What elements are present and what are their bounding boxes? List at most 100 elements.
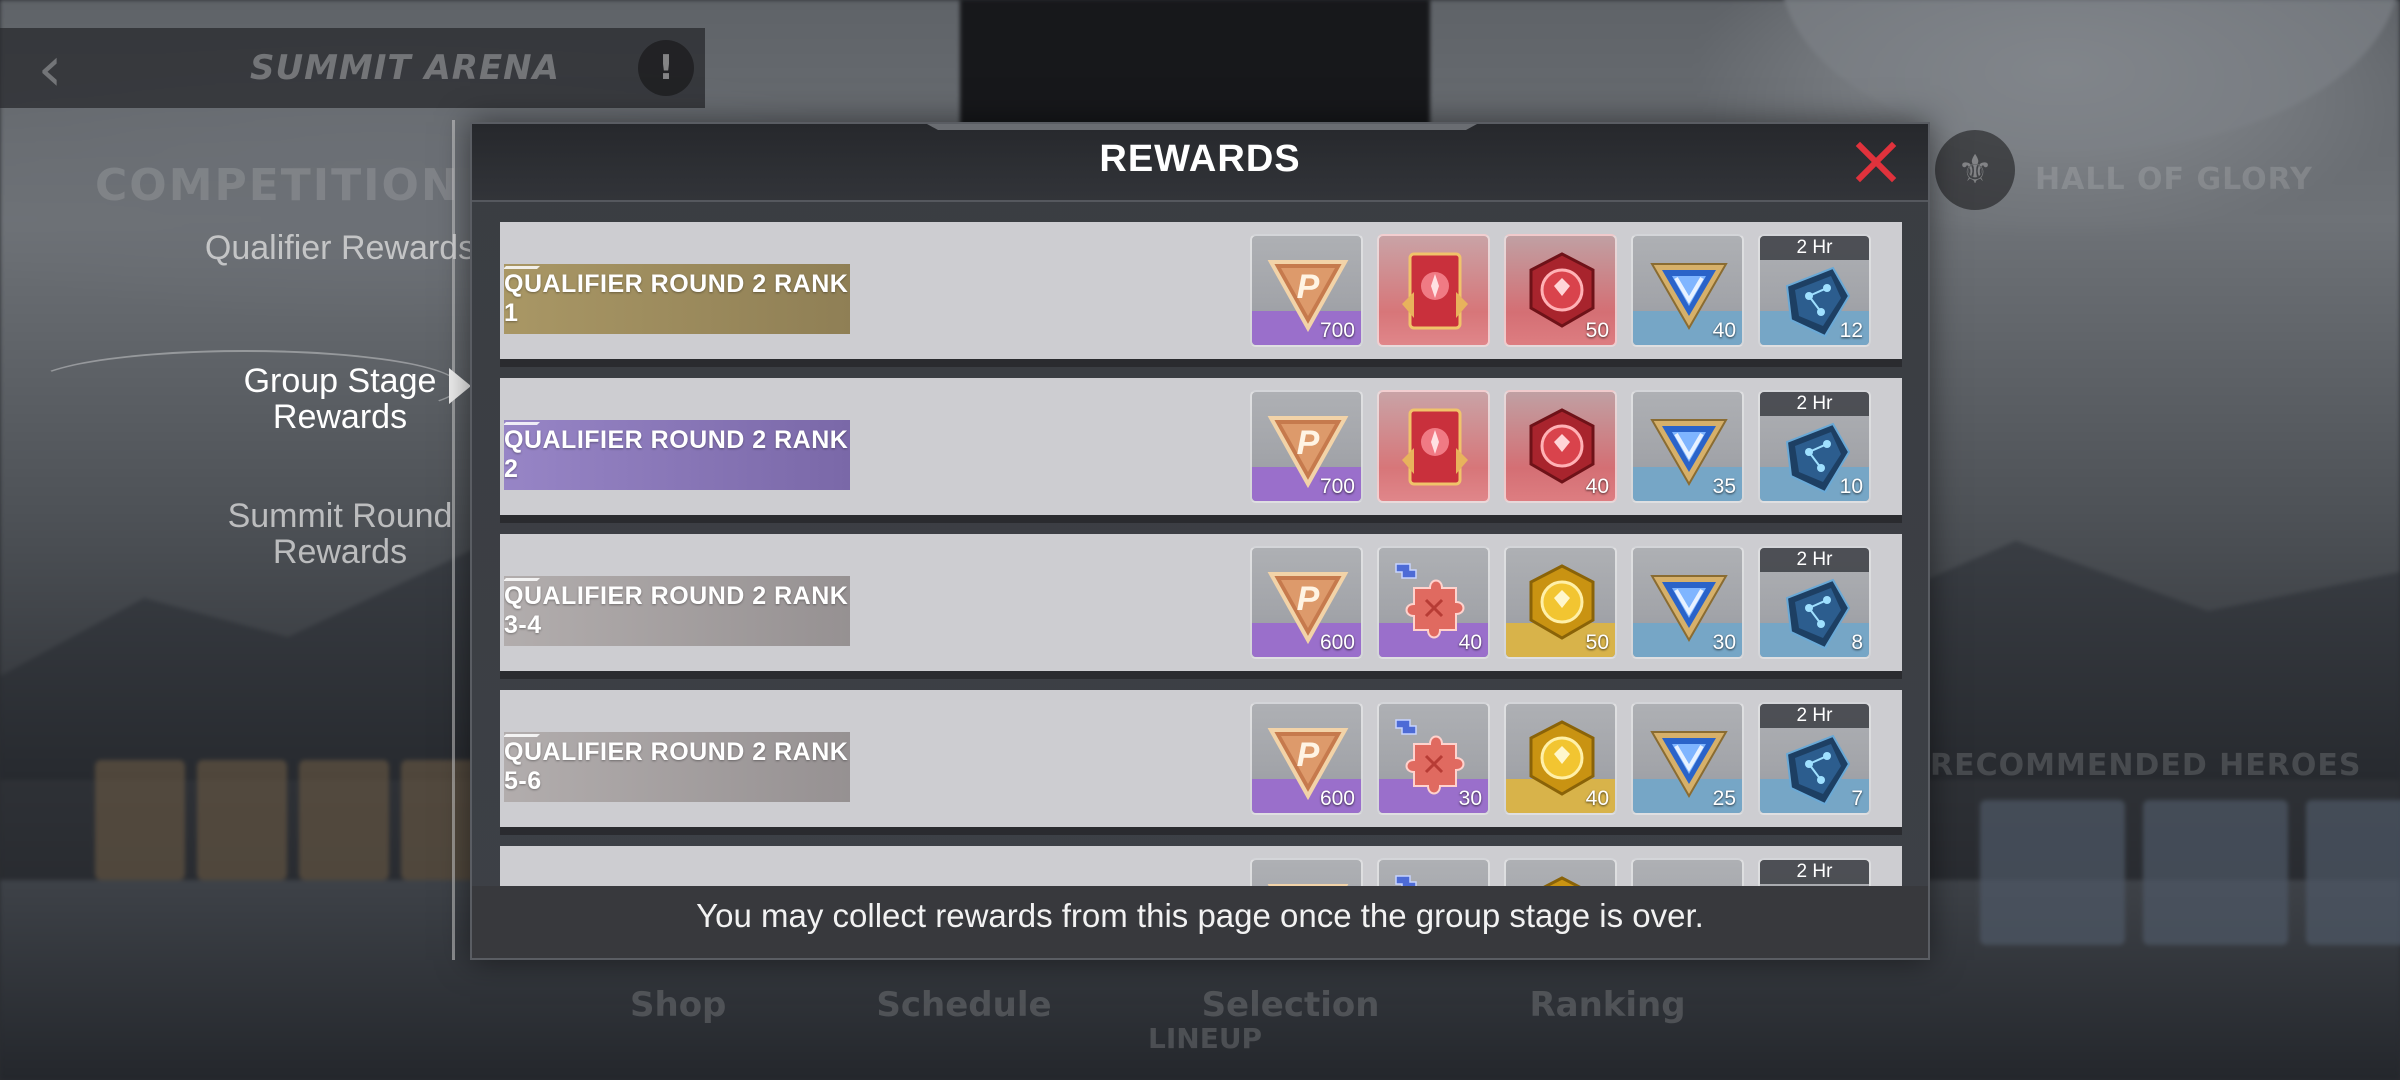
rank-label: QUALIFIER ROUND 2 RANK 2 xyxy=(504,426,849,483)
rank-label: QUALIFIER ROUND 2 RANK 1 xyxy=(504,270,849,327)
nav-selection[interactable]: Selection xyxy=(1202,985,1380,1025)
item-count: 40 xyxy=(1712,319,1736,342)
rewards-modal: REWARDS QUALIFIER ROUND 2 RANK 1 P 700 50 40… xyxy=(470,122,1930,960)
item-count: 40 xyxy=(1585,475,1609,498)
reward-row: P 2 Hr xyxy=(500,846,1902,886)
reward-item[interactable]: P 600 xyxy=(1250,702,1363,815)
item-count: 10 xyxy=(1839,475,1863,498)
reward-row: QUALIFIER ROUND 2 RANK 1 P 700 50 40 2 Hr 12 xyxy=(500,222,1902,367)
reward-item[interactable]: P xyxy=(1250,858,1363,886)
reward-items: P 700 50 40 2 Hr 12 xyxy=(1250,234,1871,347)
reward-items: P 600 40 50 30 2 Hr 8 xyxy=(1250,546,1871,659)
blue-crystal-icon xyxy=(1773,570,1859,656)
red-card-icon xyxy=(1392,404,1478,490)
svg-text:P: P xyxy=(1297,580,1320,618)
lineup-cards xyxy=(95,760,491,880)
item-count: 7 xyxy=(1851,787,1863,810)
item-count: 12 xyxy=(1839,319,1863,342)
reward-item[interactable]: 50 xyxy=(1504,234,1617,347)
reward-item[interactable]: P 700 xyxy=(1250,390,1363,503)
reward-item[interactable]: 35 xyxy=(1631,390,1744,503)
reward-item[interactable] xyxy=(1377,858,1490,886)
back-arrow-icon[interactable]: ‹ xyxy=(0,32,100,105)
reward-item[interactable] xyxy=(1631,858,1744,886)
hall-of-glory-label: HALL OF GLORY xyxy=(2035,162,2313,197)
reward-item[interactable]: 40 xyxy=(1504,390,1617,503)
svg-text:P: P xyxy=(1297,736,1320,774)
reward-item[interactable] xyxy=(1377,390,1490,503)
reward-items: P 700 40 35 2 Hr 10 xyxy=(1250,390,1871,503)
rank-label: QUALIFIER ROUND 2 RANK 5-6 xyxy=(504,738,849,795)
recommended-hero-cards xyxy=(1980,800,2400,945)
reward-items: P 600 30 40 25 2 Hr 7 xyxy=(1250,702,1871,815)
item-count: 700 xyxy=(1319,475,1355,498)
p-points-icon: P xyxy=(1265,872,1351,886)
collect-notice: You may collect rewards from this page o… xyxy=(472,886,1928,958)
item-count: 50 xyxy=(1585,319,1609,342)
duration-label: 2 Hr xyxy=(1760,704,1869,728)
rewards-list[interactable]: QUALIFIER ROUND 2 RANK 1 P 700 50 40 2 Hr 12 QU… xyxy=(500,222,1902,886)
info-icon[interactable]: ! xyxy=(638,40,694,96)
gold-coin-icon xyxy=(1519,872,1605,886)
reward-item[interactable] xyxy=(1504,858,1617,886)
rank-badge: QUALIFIER ROUND 2 RANK 3-4 xyxy=(504,576,850,646)
reward-item[interactable]: 30 xyxy=(1631,546,1744,659)
item-count: 40 xyxy=(1585,787,1609,810)
reward-item[interactable]: 2 Hr 7 xyxy=(1758,702,1871,815)
item-count: 35 xyxy=(1712,475,1736,498)
reward-item[interactable]: 40 xyxy=(1504,702,1617,815)
bottom-nav: Shop Schedule Selection Ranking xyxy=(630,985,1686,1025)
reward-item[interactable]: 30 xyxy=(1377,702,1490,815)
nav-schedule[interactable]: Schedule xyxy=(876,985,1051,1025)
nav-shop[interactable]: Shop xyxy=(630,985,726,1025)
rank-badge: QUALIFIER ROUND 2 RANK 2 xyxy=(504,420,850,490)
blue-v-emblem-icon xyxy=(1646,872,1732,886)
reward-item[interactable]: 40 xyxy=(1377,546,1490,659)
reward-item[interactable]: 2 Hr 8 xyxy=(1758,546,1871,659)
background-pillar xyxy=(960,0,1430,130)
recommended-heroes-label: RECOMMENDED HEROES xyxy=(1930,748,2362,783)
reward-item[interactable]: 40 xyxy=(1631,234,1744,347)
modal-title: REWARDS xyxy=(1099,138,1301,180)
reward-items: P 2 Hr xyxy=(1250,858,1871,886)
reward-item[interactable]: 2 Hr 12 xyxy=(1758,234,1871,347)
rank-badge: QUALIFIER ROUND 2 RANK 1 xyxy=(504,264,850,334)
red-card-icon xyxy=(1392,248,1478,334)
red-puzzle-icon xyxy=(1392,872,1478,886)
rank-label: QUALIFIER ROUND 2 RANK 3-4 xyxy=(504,582,849,639)
item-count: 8 xyxy=(1851,631,1863,654)
reward-item[interactable]: P 600 xyxy=(1250,546,1363,659)
top-bar: ‹ SUMMIT ARENA ! xyxy=(0,28,705,108)
svg-text:P: P xyxy=(1297,268,1320,306)
blue-crystal-icon xyxy=(1773,726,1859,812)
close-icon xyxy=(1855,141,1897,183)
reward-item[interactable]: 2 Hr 10 xyxy=(1758,390,1871,503)
tab-summit-round-rewards[interactable]: Summit Round Rewards xyxy=(200,498,480,570)
duration-label: 2 Hr xyxy=(1760,236,1869,260)
duration-label: 2 Hr xyxy=(1760,548,1869,572)
reward-item[interactable]: 25 xyxy=(1631,702,1744,815)
reward-item[interactable] xyxy=(1377,234,1490,347)
item-count: 40 xyxy=(1458,631,1482,654)
item-count: 600 xyxy=(1319,787,1355,810)
close-button[interactable] xyxy=(1850,136,1902,188)
reward-item[interactable]: 2 Hr xyxy=(1758,858,1871,886)
nav-ranking[interactable]: Ranking xyxy=(1529,985,1685,1025)
reward-row: QUALIFIER ROUND 2 RANK 5-6 P 600 30 40 25 2 Hr… xyxy=(500,690,1902,835)
header-notch xyxy=(927,124,1477,130)
competition-label: COMPETITION xyxy=(95,160,460,211)
item-count: 25 xyxy=(1712,787,1736,810)
item-count: 700 xyxy=(1319,319,1355,342)
reward-row: QUALIFIER ROUND 2 RANK 3-4 P 600 40 50 30 2 Hr… xyxy=(500,534,1902,679)
tab-group-stage-rewards[interactable]: Group Stage Rewards xyxy=(200,363,480,435)
item-count: 600 xyxy=(1319,631,1355,654)
modal-header: REWARDS xyxy=(472,124,1928,202)
svg-text:P: P xyxy=(1297,424,1320,462)
hall-of-glory-emblem-icon[interactable]: ⚜ xyxy=(1935,130,2015,210)
tab-qualifier-rewards[interactable]: Qualifier Rewards xyxy=(200,230,480,266)
duration-label: 2 Hr xyxy=(1760,860,1869,884)
lineup-label: LINEUP xyxy=(1148,1022,1263,1055)
reward-item[interactable]: 50 xyxy=(1504,546,1617,659)
reward-item[interactable]: P 700 xyxy=(1250,234,1363,347)
rank-badge: QUALIFIER ROUND 2 RANK 5-6 xyxy=(504,732,850,802)
